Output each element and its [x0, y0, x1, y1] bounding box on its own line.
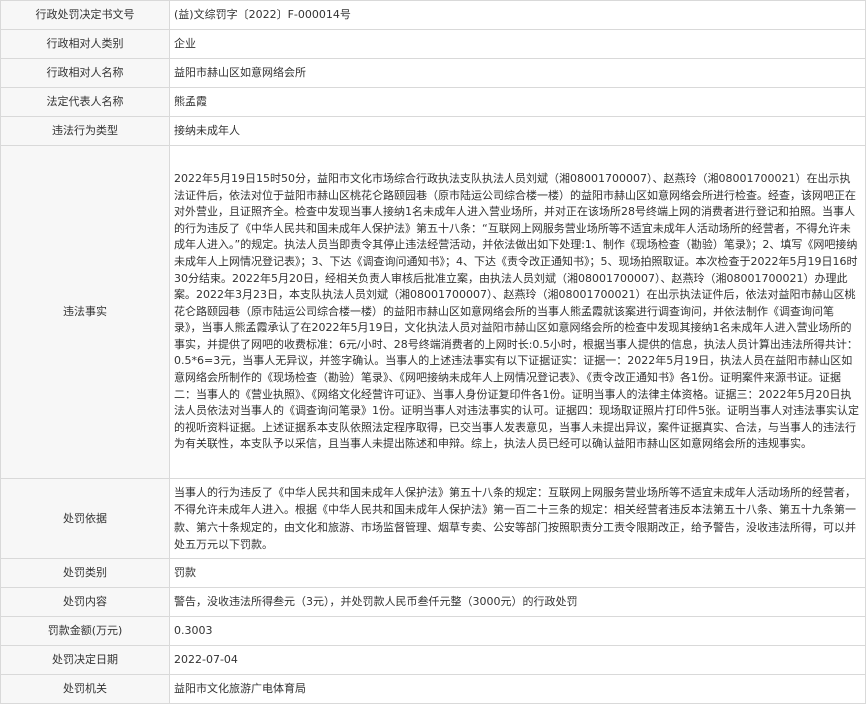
- violation-facts-value: 2022年5月19日15时50分，益阳市文化市场综合行政执法支队执法人员刘斌（湘…: [169, 145, 866, 479]
- row-penalty-content: 处罚内容 警告，没收违法所得叁元（3元），并处罚款人民币叁仟元整（3000元）的…: [0, 587, 866, 617]
- decision-date-value: 2022-07-04: [169, 645, 866, 675]
- field-label: 处罚依据: [0, 478, 170, 559]
- violation-type-value: 接纳未成年人: [169, 116, 866, 146]
- row-penalty-authority: 处罚机关 益阳市文化旅游广电体育局: [0, 674, 866, 704]
- field-label: 行政相对人类别: [0, 29, 170, 59]
- party-category-value: 企业: [169, 29, 866, 59]
- row-penalty-basis: 处罚依据 当事人的行为违反了《中华人民共和国未成年人保护法》第五十八条的规定：互…: [0, 478, 866, 559]
- field-label: 处罚类别: [0, 558, 170, 588]
- row-violation-type: 违法行为类型 接纳未成年人: [0, 116, 866, 146]
- row-fine-amount: 罚款金额(万元) 0.3003: [0, 616, 866, 646]
- fine-amount-value: 0.3003: [169, 616, 866, 646]
- row-decision-number: 行政处罚决定书文号 (益)文综罚字〔2022〕F-000014号: [0, 0, 866, 30]
- party-name-value: 益阳市赫山区如意网络会所: [169, 58, 866, 88]
- row-legal-representative: 法定代表人名称 熊孟霞: [0, 87, 866, 117]
- row-decision-date: 处罚决定日期 2022-07-04: [0, 645, 866, 675]
- row-penalty-category: 处罚类别 罚款: [0, 558, 866, 588]
- penalty-record-table: 行政处罚决定书文号 (益)文综罚字〔2022〕F-000014号 行政相对人类别…: [0, 0, 866, 704]
- field-label: 处罚内容: [0, 587, 170, 617]
- field-label: 处罚机关: [0, 674, 170, 704]
- penalty-authority-value: 益阳市文化旅游广电体育局: [169, 674, 866, 704]
- decision-number-value: (益)文综罚字〔2022〕F-000014号: [169, 0, 866, 30]
- field-label: 法定代表人名称: [0, 87, 170, 117]
- field-label: 行政处罚决定书文号: [0, 0, 170, 30]
- penalty-basis-value: 当事人的行为违反了《中华人民共和国未成年人保护法》第五十八条的规定：互联网上网服…: [169, 478, 866, 559]
- penalty-category-value: 罚款: [169, 558, 866, 588]
- row-violation-facts: 违法事实 2022年5月19日15时50分，益阳市文化市场综合行政执法支队执法人…: [0, 145, 866, 479]
- legal-representative-value: 熊孟霞: [169, 87, 866, 117]
- row-party-name: 行政相对人名称 益阳市赫山区如意网络会所: [0, 58, 866, 88]
- field-label: 违法事实: [0, 145, 170, 479]
- field-label: 处罚决定日期: [0, 645, 170, 675]
- row-party-category: 行政相对人类别 企业: [0, 29, 866, 59]
- penalty-content-value: 警告，没收违法所得叁元（3元），并处罚款人民币叁仟元整（3000元）的行政处罚: [169, 587, 866, 617]
- field-label: 行政相对人名称: [0, 58, 170, 88]
- field-label: 罚款金额(万元): [0, 616, 170, 646]
- field-label: 违法行为类型: [0, 116, 170, 146]
